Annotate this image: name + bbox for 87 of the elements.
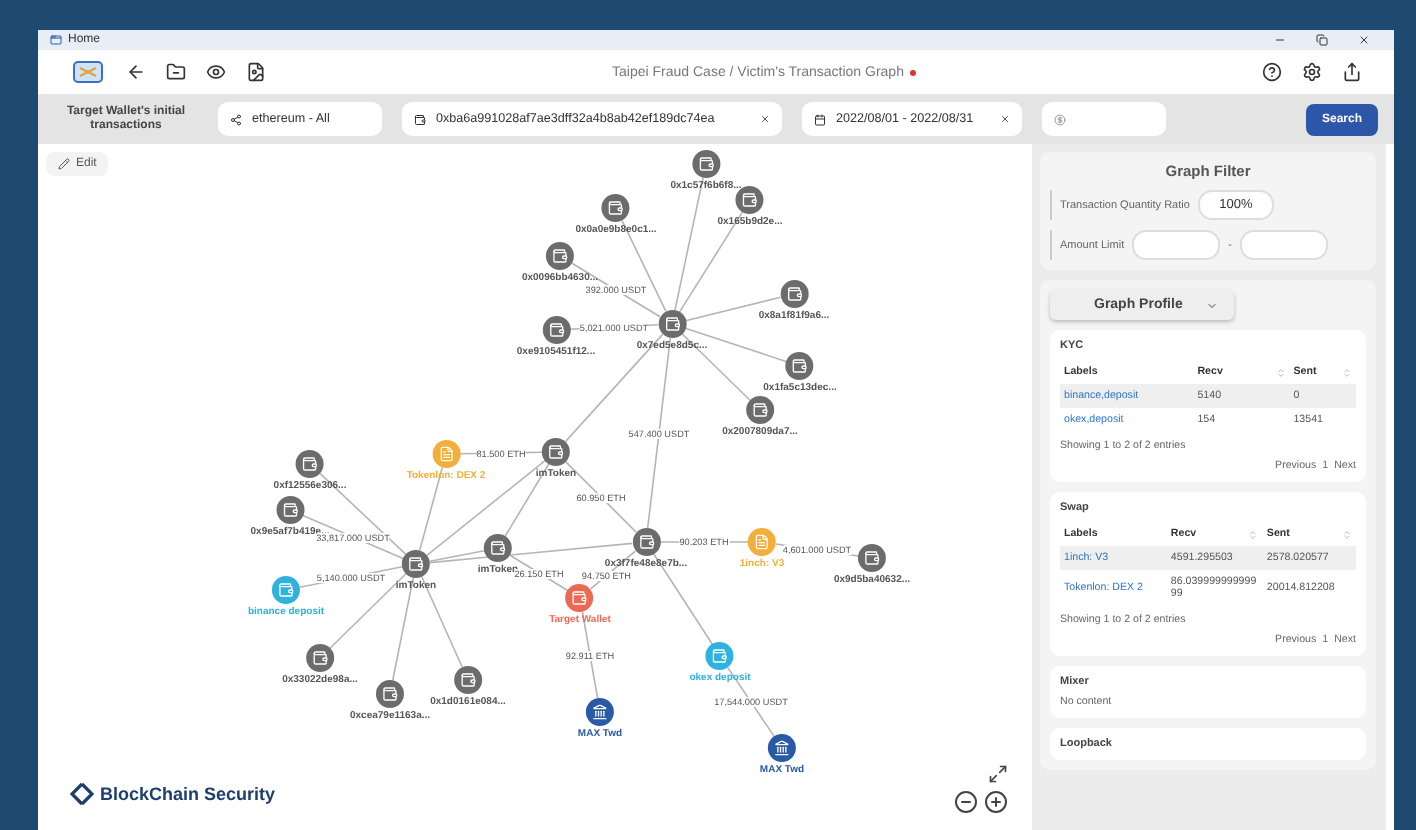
- settings-button[interactable]: [1302, 62, 1322, 82]
- wallet-icon: [408, 556, 424, 572]
- graph-node[interactable]: [746, 396, 774, 424]
- pencil-icon: [58, 158, 70, 170]
- back-button[interactable]: [126, 62, 146, 82]
- graph-node[interactable]: [542, 438, 570, 466]
- help-button[interactable]: [1262, 62, 1282, 82]
- wallet-icon: [282, 502, 298, 518]
- wallet-icon: [752, 402, 768, 418]
- zoom-out-button[interactable]: [954, 790, 978, 814]
- wallet-icon: [414, 113, 426, 125]
- image-file-icon: [246, 62, 266, 82]
- wallet-icon: [864, 550, 880, 566]
- minimize-icon: [1274, 34, 1286, 46]
- wallet-icon: [742, 192, 758, 208]
- wallet-icon: [312, 650, 328, 666]
- wallet-icon: [548, 444, 564, 460]
- graph-node[interactable]: [272, 576, 300, 604]
- graph-node[interactable]: [296, 450, 324, 478]
- share-button[interactable]: [1342, 62, 1362, 82]
- wallet-icon: [552, 248, 568, 264]
- graph-node[interactable]: [748, 528, 776, 556]
- graph-node[interactable]: [736, 186, 764, 214]
- amount-field[interactable]: [1042, 102, 1166, 136]
- sort-icon: [1342, 529, 1352, 539]
- graph-node[interactable]: [546, 242, 574, 270]
- folder-icon: [166, 62, 186, 82]
- graph-node[interactable]: [768, 734, 796, 762]
- graph-node[interactable]: [306, 644, 334, 672]
- caret-icon: [1206, 299, 1218, 311]
- bank-icon: [774, 740, 790, 756]
- sort-icon: [1248, 529, 1259, 539]
- max-amount-field[interactable]: [1239, 230, 1328, 260]
- app-icon: [50, 34, 62, 46]
- wallet-icon: [698, 156, 714, 172]
- sort-icon: [1342, 367, 1352, 377]
- graph-node[interactable]: [858, 544, 886, 572]
- wallet-icon: [638, 534, 654, 550]
- graph-node[interactable]: [376, 680, 404, 708]
- fit-view-icon[interactable]: [988, 764, 1008, 784]
- graph-node[interactable]: [276, 496, 304, 524]
- graph-node[interactable]: [402, 550, 430, 578]
- arrow-left-icon: [126, 62, 146, 82]
- eye-icon: [206, 62, 226, 82]
- wallet-icon: [382, 686, 398, 702]
- network-icon: [230, 113, 242, 125]
- document-icon: [754, 534, 770, 550]
- view-button[interactable]: [206, 62, 226, 82]
- graph-node[interactable]: [786, 352, 814, 380]
- close-icon: [1358, 34, 1370, 46]
- calendar-icon: [814, 113, 826, 125]
- graph-node[interactable]: [780, 280, 808, 308]
- graph-node[interactable]: [454, 666, 482, 694]
- dollar-icon: [1054, 113, 1066, 125]
- share-icon: [1342, 62, 1362, 82]
- min-amount-field[interactable]: [1132, 230, 1221, 260]
- wallet-icon: [786, 286, 802, 302]
- graph-node[interactable]: [484, 534, 512, 562]
- settings-icon: [1302, 62, 1322, 82]
- graph-node[interactable]: [632, 528, 660, 556]
- graph-node[interactable]: [586, 698, 614, 726]
- wallet-icon: [548, 322, 564, 338]
- graph-node[interactable]: [658, 310, 686, 338]
- wallet-icon: [664, 316, 680, 332]
- logo-text: BlockChain Security: [100, 784, 276, 804]
- help-icon: [1262, 62, 1282, 82]
- export-image-button[interactable]: [246, 62, 266, 82]
- wallet-icon: [712, 648, 728, 664]
- graph-node[interactable]: [602, 194, 630, 222]
- wallet-icon: [302, 456, 318, 472]
- graph-node[interactable]: [432, 440, 460, 468]
- zoom-in-button[interactable]: [984, 790, 1008, 814]
- wallet-icon: [490, 540, 506, 556]
- sort-icon: [1275, 367, 1286, 377]
- graph-node[interactable]: [706, 642, 734, 670]
- graph-node[interactable]: [542, 316, 570, 344]
- wallet-icon: [572, 590, 588, 606]
- document-icon: [438, 446, 454, 462]
- wallet-icon: [278, 582, 294, 598]
- bank-icon: [592, 704, 608, 720]
- folder-button[interactable]: [166, 62, 186, 82]
- restore-icon: [1316, 34, 1328, 46]
- graph-node[interactable]: [692, 150, 720, 178]
- graph-node[interactable]: [566, 584, 594, 612]
- wallet-icon: [460, 672, 476, 688]
- wallet-icon: [608, 200, 624, 216]
- wallet-icon: [792, 358, 808, 374]
